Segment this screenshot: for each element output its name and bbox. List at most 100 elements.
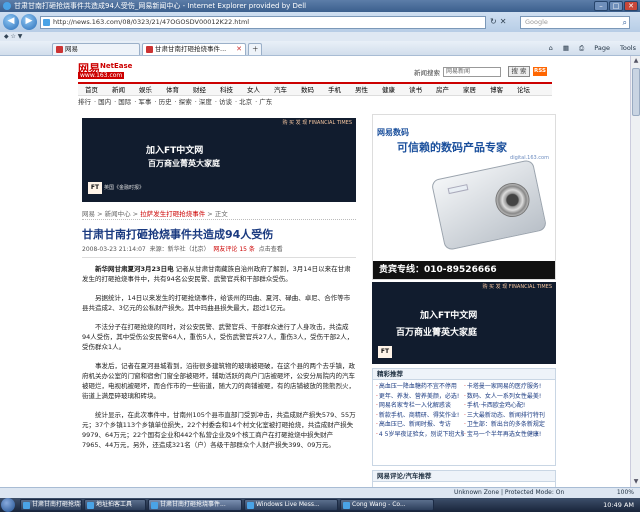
favorites-icons[interactable]: ◆ ☆ ▼ [4,33,22,40]
scroll-down-icon[interactable]: ▼ [631,477,640,487]
camera-ad[interactable]: 网易数码 可信赖的数码产品专家 digital.163.com 贵宾专线：010… [372,114,556,280]
subnav-link[interactable]: 国际 [118,98,131,106]
address-toolbar: ◀ ▶ http://news.163.com/08/0323/21/47OGO… [0,12,640,32]
close-button[interactable]: ✕ [624,1,638,11]
search-icon[interactable]: ⌕ [623,17,627,28]
channel-link[interactable]: 娱乐 [132,84,159,95]
click-view-link[interactable]: 点击查看 [259,246,283,253]
subnav-link[interactable]: 国内 [98,98,111,106]
page-menu[interactable]: Page [594,44,610,53]
article-paragraph: 统计显示，在此次事件中，甘南州105个县市直部门受到冲击，共造成财产损失579、… [82,410,356,450]
maximize-button[interactable]: □ [609,1,623,11]
channel-link[interactable]: 财经 [186,84,213,95]
channel-nav: 首页 新闻 娱乐 体育 财经 科技 女人 汽车 数码 手机 男性 健康 读书 房… [78,82,552,96]
tab-netease[interactable]: 网易 [52,43,140,55]
channel-link[interactable]: 科技 [213,84,240,95]
subnav-link[interactable]: 军事 [138,98,151,106]
channel-link[interactable]: 男性 [348,84,375,95]
zoom-level[interactable]: 100% [617,488,634,498]
channel-link[interactable]: 女人 [240,84,267,95]
channel-link[interactable]: 新闻 [105,84,132,95]
ft-logo: FT [378,346,392,358]
recommend-item[interactable]: 高血压一降血糖药不宜不停用 [376,382,464,392]
close-tab-icon[interactable]: ✕ [236,44,242,55]
recommend-item[interactable]: 高血压已、新闻时报、专访 [376,420,464,430]
recommend-item[interactable]: 手机·卡西欧金鸡心配! [464,401,552,411]
recommend-item[interactable]: 三大最新动态、新闻排行特刊 [464,411,552,421]
channel-link[interactable]: 论坛 [510,84,537,95]
camera-image [430,158,548,252]
breadcrumb-item[interactable]: 新闻中心 [105,210,131,218]
channel-link[interactable]: 健康 [375,84,402,95]
ad-slogan: 可信赖的数码产品专家 [397,141,507,154]
comments-label[interactable]: 网友评论 [213,246,237,253]
channel-link[interactable]: 读书 [402,84,429,95]
tools-menu[interactable]: Tools [620,44,636,53]
subnav-link[interactable]: 历史 [159,98,172,106]
refresh-stop-icons[interactable]: ↻✕ [490,17,509,26]
address-input[interactable]: http://news.163.com/08/0323/21/47OGOSDV0… [40,16,486,29]
breadcrumb-item: 正文 [214,210,228,218]
channel-link[interactable]: 博客 [483,84,510,95]
window-controls: – □ ✕ [594,1,638,11]
subnav-link[interactable]: 广东 [259,98,272,106]
start-button[interactable] [1,498,15,512]
channel-link[interactable]: 房产 [429,84,456,95]
minimize-button[interactable]: – [594,1,608,11]
recommend-item[interactable]: 4 5岁早夜证验女，别说下班大脑 [376,430,464,440]
favicon-icon [146,46,153,53]
home-icon[interactable]: ⌂ [549,44,553,53]
channel-link[interactable]: 数码 [294,84,321,95]
comments-count[interactable]: 15 条 [239,246,255,253]
recommend-item[interactable]: 更年、养发、营养美颜，必选! [376,392,464,402]
site-search-input[interactable]: 网易新闻 [443,66,501,77]
auto-box: 网易评论/汽车推荐 [372,470,556,487]
vertical-scrollbar[interactable]: ▲ ▼ [630,56,640,487]
rss-icon[interactable]: RSS [533,67,547,76]
feeds-icon[interactable]: ▦ [563,44,569,53]
security-zone[interactable]: Unknown Zone | Protected Mode: On [454,488,564,498]
scroll-up-icon[interactable]: ▲ [631,56,640,66]
recommend-item[interactable]: 卫生部：新出台的多条新规定 [464,420,552,430]
breadcrumb-item[interactable]: 网易 [82,210,95,218]
command-bar: ⌂ ▦ ⎙ Page Tools [549,44,636,53]
search-input[interactable]: Google ⌕ [520,16,630,29]
tab-article[interactable]: 甘肃甘南打砸抢烧事件... ✕ [142,43,246,55]
new-tab-button[interactable]: ＋ [248,43,262,55]
site-search-button[interactable]: 搜 索 [508,66,530,77]
ft-side-ad[interactable]: 购 买 发 现 FINANCIAL TIMES 加入FT中文网 百万商业菁英大家… [372,282,556,364]
breadcrumb-item[interactable]: 拉萨发生打砸抢烧事件 [140,210,205,218]
channel-link[interactable]: 体育 [159,84,186,95]
ft-banner-ad[interactable]: 购 买 发 现 FINANCIAL TIMES 加入FT中文网 百万商业菁英大家… [82,118,356,202]
taskbar-item[interactable]: 甘肃甘南打砸抢烧事件... [20,499,82,511]
taskbar-item[interactable]: 地址拍客工具 [84,499,146,511]
channel-link[interactable]: 手机 [321,84,348,95]
site-logo[interactable]: 网易 NetEase www.163.com [78,60,144,80]
paragraph-text: 统计显示，在此次事件中，甘南州105个县市直部门受到冲击，共造成财产损失579、… [82,411,356,449]
subnav-link[interactable]: 排行 [78,98,91,106]
recommend-item[interactable]: 宝马一个半年再选女性健康! [464,430,552,440]
paragraph-lead: 新华网甘肃夏河3月23日电 [95,265,174,273]
subnav-link[interactable]: 访谈 [219,98,232,106]
taskbar-item[interactable]: 甘肃甘南打砸抢烧事件... [148,499,242,511]
channel-link[interactable]: 首页 [78,84,105,95]
forward-button[interactable]: ▶ [21,14,37,30]
taskbar-item[interactable]: Cong Wang - Co... [340,499,434,511]
links-bar: ◆ ☆ ▼ [0,32,640,41]
channel-link[interactable]: 汽车 [267,84,294,95]
recommend-item[interactable]: 数码、女人一系列女性最美! [464,392,552,402]
print-icon[interactable]: ⎙ [579,44,584,53]
subnav-link[interactable]: 探索 [179,98,192,106]
window-title: 甘肃甘南打砸抢烧事件共造成94人受伤_网易新闻中心 - Internet Exp… [14,2,307,10]
scroll-thumb[interactable] [632,68,640,116]
site-search-label: 新闻搜索 [414,68,440,77]
back-button[interactable]: ◀ [3,14,19,30]
taskbar-item[interactable]: Windows Live Mess... [244,499,338,511]
recommend-item[interactable]: 新款手机、商精研、得奖作业! [376,411,464,421]
channel-link[interactable]: 家居 [456,84,483,95]
subnav-link[interactable]: 深度 [199,98,212,106]
recommend-item[interactable]: 网易名家专栏一入化解惑谈 [376,401,464,411]
subnav-link[interactable]: 北京 [239,98,252,106]
favicon-icon [56,46,63,53]
recommend-item[interactable]: 卡塔曼一家网易的医疗服务! [464,382,552,392]
